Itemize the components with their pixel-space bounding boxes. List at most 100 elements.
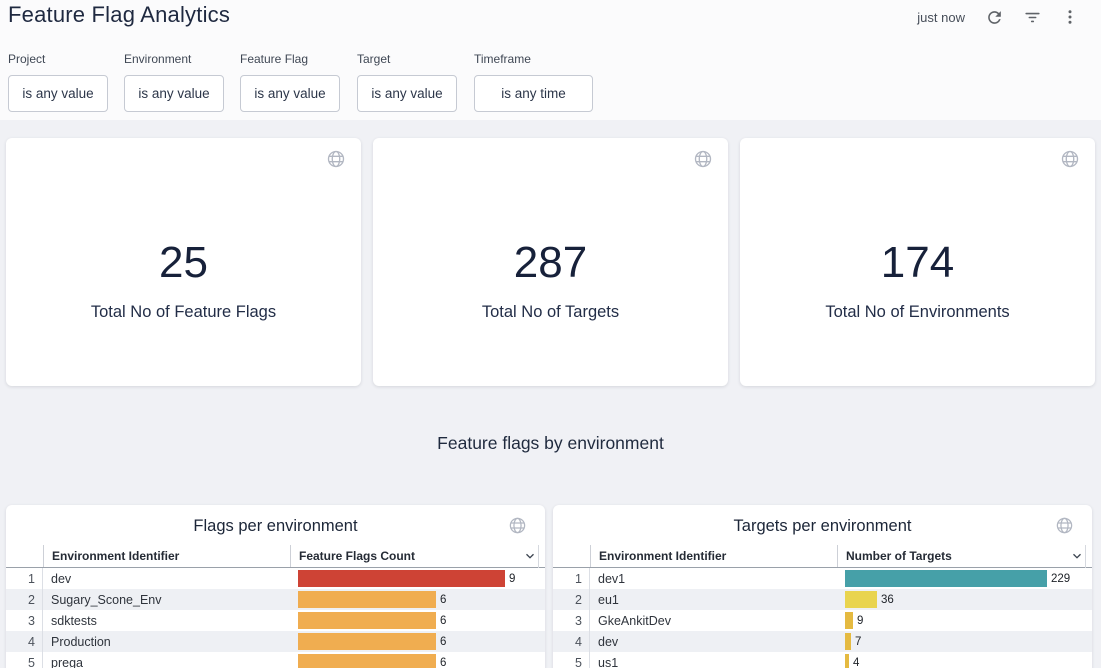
- filter-label: Timeframe: [474, 52, 593, 66]
- filter-button[interactable]: [1019, 4, 1045, 30]
- count-cell: 6: [289, 589, 545, 610]
- column-header-label: Number of Targets: [846, 549, 952, 563]
- row-index: 2: [553, 589, 590, 610]
- globe-icon: [508, 516, 527, 535]
- environment-filter-button[interactable]: is any value: [124, 75, 224, 112]
- count-cell: 6: [289, 652, 545, 668]
- globe-icon: [326, 149, 346, 169]
- count-value: 6: [440, 636, 446, 648]
- targets-per-environment-card: Targets per environment Environment Iden…: [553, 505, 1092, 668]
- column-header-label: Feature Flags Count: [299, 549, 415, 563]
- count-bar: [845, 654, 849, 668]
- count-bar: [298, 612, 436, 629]
- kpi-label: Total No of Targets: [373, 303, 728, 322]
- column-header-environment[interactable]: Environment Identifier: [43, 545, 290, 567]
- count-cell: 229: [836, 568, 1092, 589]
- kpi-card-targets: 287 Total No of Targets: [373, 138, 728, 386]
- row-index: 3: [553, 610, 590, 631]
- table-header-row: Environment Identifier Number of Targets: [553, 545, 1092, 568]
- chevron-down-icon[interactable]: [1070, 549, 1084, 563]
- row-index: 1: [553, 568, 590, 589]
- table-row[interactable]: 5 us1 4: [553, 652, 1092, 668]
- count-value: 9: [509, 573, 515, 585]
- environment-cell: Production: [43, 631, 289, 652]
- row-index: 1: [6, 568, 43, 589]
- row-number-column-header: [6, 545, 43, 567]
- count-value: 229: [1051, 573, 1070, 585]
- count-bar: [298, 633, 436, 650]
- count-bar: [298, 570, 505, 587]
- timeframe-filter-button[interactable]: is any time: [474, 75, 593, 112]
- kpi-label: Total No of Environments: [740, 303, 1095, 322]
- project-filter-button[interactable]: is any value: [8, 75, 108, 112]
- filter-project: Project is any value: [8, 52, 108, 112]
- count-bar: [845, 612, 853, 629]
- filter-label: Project: [8, 52, 108, 66]
- flags-per-environment-card: Flags per environment Environment Identi…: [6, 505, 545, 668]
- count-cell: 9: [836, 610, 1092, 631]
- target-filter-button[interactable]: is any value: [357, 75, 457, 112]
- table-row[interactable]: 2 Sugary_Scone_Env 6: [6, 589, 545, 610]
- column-header-environment[interactable]: Environment Identifier: [590, 545, 837, 567]
- count-cell: 6: [289, 610, 545, 631]
- count-value: 6: [440, 657, 446, 668]
- last-refreshed-label: just now: [917, 10, 965, 25]
- kpi-card-environments: 174 Total No of Environments: [740, 138, 1095, 386]
- filter-target: Target is any value: [357, 52, 457, 112]
- top-controls: just now: [917, 4, 1083, 30]
- row-index: 4: [6, 631, 43, 652]
- table-row[interactable]: 3 GkeAnkitDev 9: [553, 610, 1092, 631]
- refresh-icon: [985, 8, 1004, 27]
- filter-label: Target: [357, 52, 457, 66]
- kpi-card-feature-flags: 25 Total No of Feature Flags: [6, 138, 361, 386]
- table-header-row: Environment Identifier Feature Flags Cou…: [6, 545, 545, 568]
- table-row[interactable]: 2 eu1 36: [553, 589, 1092, 610]
- kpi-value: 25: [6, 238, 361, 288]
- kebab-menu-icon: [1061, 8, 1079, 26]
- count-value: 6: [440, 615, 446, 627]
- environment-cell: prega: [43, 652, 289, 668]
- refresh-button[interactable]: [981, 4, 1007, 30]
- count-bar: [845, 591, 877, 608]
- table-row[interactable]: 4 dev 7: [553, 631, 1092, 652]
- count-value: 9: [857, 615, 863, 627]
- environment-cell: dev: [590, 631, 836, 652]
- feature-flag-filter-button[interactable]: is any value: [240, 75, 340, 112]
- row-number-column-header: [553, 545, 590, 567]
- column-header-count[interactable]: Number of Targets: [837, 545, 1092, 567]
- kpi-label: Total No of Feature Flags: [6, 303, 361, 322]
- environment-cell: GkeAnkitDev: [590, 610, 836, 631]
- page-title: Feature Flag Analytics: [8, 2, 230, 28]
- kpi-value: 287: [373, 238, 728, 288]
- section-title: Feature flags by environment: [0, 433, 1101, 454]
- count-bar: [845, 570, 1047, 587]
- count-value: 7: [855, 636, 861, 648]
- chevron-down-icon[interactable]: [523, 549, 537, 563]
- filter-label: Environment: [124, 52, 224, 66]
- environment-cell: us1: [590, 652, 836, 668]
- table-row[interactable]: 5 prega 6: [6, 652, 545, 668]
- count-bar: [298, 654, 436, 668]
- more-options-button[interactable]: [1057, 4, 1083, 30]
- environment-cell: Sugary_Scone_Env: [43, 589, 289, 610]
- row-index: 4: [553, 631, 590, 652]
- dashboard-page: Feature Flag Analytics just now Project …: [0, 0, 1101, 668]
- count-bar: [845, 633, 851, 650]
- globe-icon: [1060, 149, 1080, 169]
- count-cell: 6: [289, 631, 545, 652]
- count-bar: [298, 591, 436, 608]
- row-index: 5: [553, 652, 590, 668]
- count-cell: 36: [836, 589, 1092, 610]
- globe-icon: [693, 149, 713, 169]
- count-cell: 7: [836, 631, 1092, 652]
- count-cell: 4: [836, 652, 1092, 668]
- table-row[interactable]: 4 Production 6: [6, 631, 545, 652]
- table-body: 1 dev1 229 2 eu1 36 3: [553, 568, 1092, 668]
- table-row[interactable]: 1 dev1 229: [553, 568, 1092, 589]
- row-index: 5: [6, 652, 43, 668]
- column-header-count[interactable]: Feature Flags Count: [290, 545, 545, 567]
- table-row[interactable]: 3 sdktests 6: [6, 610, 545, 631]
- count-value: 4: [853, 657, 859, 668]
- table-row[interactable]: 1 dev 9: [6, 568, 545, 589]
- row-index: 3: [6, 610, 43, 631]
